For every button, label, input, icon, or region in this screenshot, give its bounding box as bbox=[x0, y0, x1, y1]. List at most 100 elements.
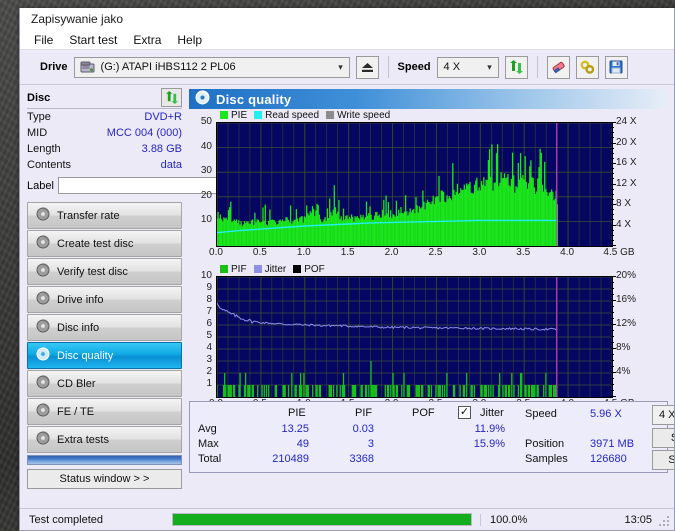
sidebar-item-verify-test-disc[interactable]: Verify test disc bbox=[27, 258, 182, 285]
sidebar-item-label: Transfer rate bbox=[57, 209, 120, 222]
menu-extra[interactable]: Extra bbox=[125, 32, 169, 48]
speed-select[interactable]: 4 X ▾ bbox=[436, 56, 499, 78]
right-panel: Disc quality PIE Read speed Write speed … bbox=[187, 85, 674, 511]
chevron-down-icon: ▾ bbox=[487, 61, 492, 72]
y-tick-label: 10 bbox=[200, 214, 212, 226]
start-full-button[interactable]: Start full bbox=[652, 428, 674, 448]
status-window-button[interactable]: Status window > > bbox=[27, 469, 182, 489]
axis-tick bbox=[611, 142, 616, 144]
legend-write-speed: Write speed bbox=[326, 110, 390, 121]
start-part-button[interactable]: Start part bbox=[652, 450, 674, 470]
legend-read-speed: Read speed bbox=[254, 110, 319, 121]
stats-speed-select-value: 4 X bbox=[659, 409, 675, 421]
sidebar-item-create-test-disc[interactable]: Create test disc bbox=[27, 230, 182, 257]
drive-select[interactable]: (G:) ATAPI iHBS112 2 PL06 ▾ bbox=[73, 56, 350, 78]
application-window: Zapisywanie jako File Start test Extra H… bbox=[19, 8, 675, 531]
x-tick-label: 1.5 bbox=[340, 247, 355, 258]
y2-tick-label: 4% bbox=[616, 366, 631, 377]
menu-help[interactable]: Help bbox=[169, 32, 210, 48]
disc-panel-header: Disc bbox=[27, 88, 182, 109]
disc-refresh-button[interactable] bbox=[161, 88, 182, 107]
toolbar-divider bbox=[387, 56, 389, 78]
stats-jitter-avg: 11.9% bbox=[474, 423, 505, 435]
y-tick-label: 9 bbox=[206, 282, 212, 293]
axis-tick bbox=[611, 348, 616, 349]
axis-tick bbox=[611, 366, 614, 367]
stats-row-max: Max bbox=[198, 438, 219, 450]
axis-tick bbox=[611, 360, 614, 361]
x-tick-label: 4.5 GB bbox=[603, 247, 635, 258]
axis-tick bbox=[611, 312, 614, 313]
disc-row-value: 3.88 GB bbox=[141, 143, 182, 155]
stats-row-avg: Avg bbox=[198, 423, 217, 435]
disc-row-key: Length bbox=[27, 143, 61, 155]
refresh-button[interactable] bbox=[504, 55, 528, 79]
pie-chart[interactable]: 10 20 30 40 50 4 X 8 X 12 X 16 X 20 X 24 X 0.0 0.5 1.… bbox=[189, 117, 668, 258]
axis-tick bbox=[611, 137, 614, 139]
sidebar-item-label: Disc info bbox=[57, 321, 100, 334]
axis-tick bbox=[611, 193, 614, 195]
sidebar-item-disc-info[interactable]: Disc info bbox=[27, 314, 182, 341]
axis-tick bbox=[611, 294, 614, 295]
axis-tick bbox=[611, 157, 614, 159]
stats-samples-label: Samples bbox=[525, 453, 568, 465]
resize-grip-icon[interactable] bbox=[659, 516, 670, 527]
main-body: Disc Type DVD+R MID MCC 004 (000) Length… bbox=[20, 85, 674, 511]
x-tick-label: 0.5 bbox=[252, 247, 267, 258]
sidebar-item-label: Verify test disc bbox=[57, 265, 128, 278]
sidebar-item-fe-te[interactable]: FE / TE bbox=[27, 398, 182, 425]
legend-pof: POF bbox=[293, 264, 325, 275]
sidebar-item-label: Drive info bbox=[57, 293, 104, 306]
axis-tick bbox=[611, 239, 614, 241]
disc-panel-title: Disc bbox=[27, 91, 51, 104]
window-title: Zapisywanie jako bbox=[31, 12, 124, 26]
panel-header: Disc quality bbox=[189, 89, 668, 109]
stats-speed-select[interactable]: 4 X ▾ bbox=[652, 405, 675, 425]
y2-tick-label: 20 X bbox=[616, 136, 637, 148]
disc-row-key: Type bbox=[27, 111, 51, 123]
x-tick-label: 3.5 bbox=[516, 247, 531, 258]
menu-file[interactable]: File bbox=[26, 32, 61, 48]
y-tick-label: 7 bbox=[206, 306, 212, 317]
eject-button[interactable] bbox=[355, 55, 379, 79]
axis-tick bbox=[611, 234, 614, 236]
sidebar-item-transfer-rate[interactable]: Transfer rate bbox=[27, 202, 182, 229]
x-tick-label: 0.0 bbox=[209, 247, 223, 258]
axis-tick bbox=[611, 378, 614, 379]
pif-chart[interactable]: 123456789104%8%12%16%20%0.00.51.01.52.02… bbox=[189, 271, 668, 409]
drive-toolbar: Drive (G:) ATAPI iHBS112 2 PL06 ▾ Speed … bbox=[20, 50, 674, 85]
sidebar-item-disc-quality[interactable]: Disc quality bbox=[27, 342, 182, 369]
axis-tick bbox=[611, 276, 616, 277]
y-tick-label: 1 bbox=[206, 378, 212, 389]
jitter-checkbox[interactable]: ✓ bbox=[458, 406, 471, 419]
sidebar-item-drive-info[interactable]: Drive info bbox=[27, 286, 182, 313]
sidebar-item-label: Disc quality bbox=[57, 349, 114, 362]
disc-icon bbox=[36, 319, 50, 336]
y-tick-label: 6 bbox=[206, 318, 212, 329]
menu-start-test[interactable]: Start test bbox=[61, 32, 125, 48]
disc-row-contents: Contents data bbox=[27, 158, 182, 173]
stats-pie-total: 210489 bbox=[272, 453, 309, 465]
disc-icon bbox=[36, 291, 50, 308]
stats-pie-max: 49 bbox=[296, 438, 309, 450]
axis-tick bbox=[611, 318, 614, 319]
save-button[interactable] bbox=[604, 55, 628, 79]
axis-tick bbox=[611, 152, 614, 154]
axis-tick bbox=[611, 188, 614, 190]
sidebar-item-extra-tests[interactable]: Extra tests bbox=[27, 426, 182, 453]
axis-tick bbox=[611, 168, 614, 170]
sidebar-item-label: FE / TE bbox=[57, 405, 95, 418]
axis-tick bbox=[611, 396, 616, 397]
axis-tick bbox=[611, 198, 614, 200]
x-tick-label: 1.0 bbox=[296, 247, 311, 258]
link-button[interactable] bbox=[575, 55, 599, 79]
stats-header-pif: PIF bbox=[355, 407, 373, 419]
sidebar-item-cd-bler[interactable]: CD Bler bbox=[27, 370, 182, 397]
stats-header-pie: PIE bbox=[288, 407, 306, 419]
eraser-button[interactable] bbox=[546, 55, 570, 79]
disc-row-length: Length 3.88 GB bbox=[27, 142, 182, 157]
axis-tick bbox=[611, 219, 614, 221]
disc-quality-icon bbox=[195, 90, 210, 108]
speed-value: 4 X bbox=[443, 61, 461, 73]
axis-tick bbox=[611, 127, 614, 129]
